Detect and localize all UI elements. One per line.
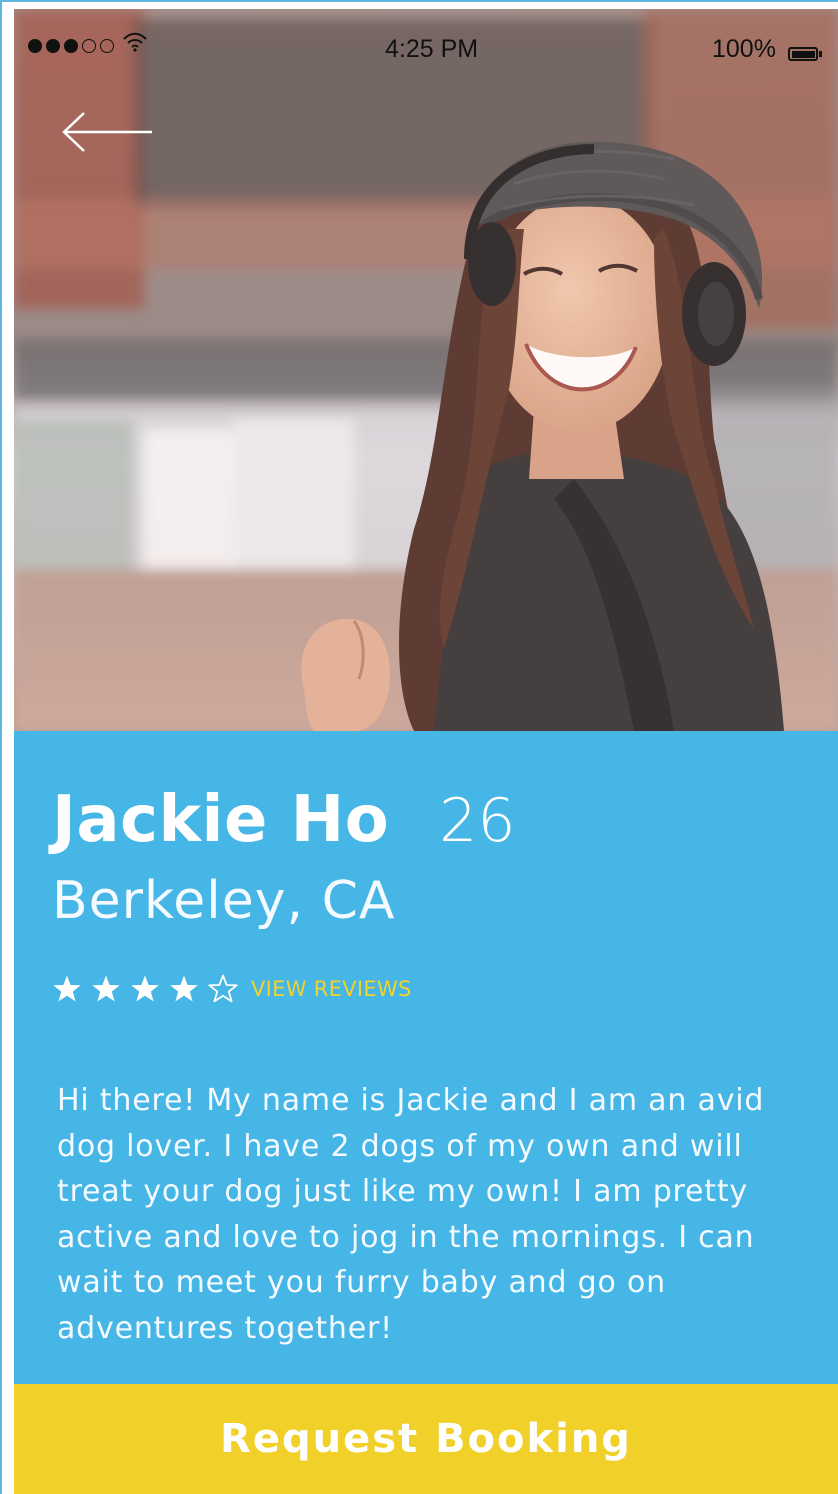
signal-dot-empty (82, 39, 96, 53)
profile-info-panel: Jackie Ho 26 Berkeley, CA VIEW REVIEWS H… (14, 731, 838, 1383)
profile-name: Jackie Ho (52, 783, 390, 857)
profile-screen: 4:25 PM 100% Jackie Ho 26 Berkeley, CA V… (14, 9, 838, 1494)
signal-dot-filled (64, 39, 78, 53)
wifi-icon (123, 32, 147, 52)
profile-age: 26 (439, 786, 516, 856)
signal-strength-icon (28, 32, 148, 53)
profile-bio: Hi there! My name is Jackie and I am an … (57, 1083, 765, 1346)
battery-fill (791, 50, 815, 58)
status-time: 4:25 PM (385, 35, 479, 63)
signal-dot-filled (46, 39, 60, 53)
arrow-left-icon (62, 112, 152, 152)
star-filled-icon (92, 975, 120, 1002)
status-bar: 4:25 PM 100% (14, 9, 838, 89)
star-filled-icon (53, 975, 81, 1002)
battery-percentage: 100% (712, 35, 776, 63)
battery-cap (819, 51, 822, 57)
signal-dot-filled (28, 39, 42, 53)
back-button[interactable] (58, 109, 158, 159)
signal-dot-empty (100, 39, 114, 53)
star-rating (52, 974, 247, 1004)
star-filled-icon (131, 975, 159, 1002)
profile-location: Berkeley, CA (52, 871, 396, 931)
request-booking-button[interactable]: Request Booking (14, 1384, 838, 1494)
star-empty-icon (208, 974, 238, 1003)
star-filled-icon (170, 975, 198, 1002)
battery-icon (788, 47, 818, 61)
rating-row: VIEW REVIEWS (52, 974, 412, 1004)
name-row: Jackie Ho 26 (52, 783, 516, 857)
view-reviews-link[interactable]: VIEW REVIEWS (251, 977, 412, 1001)
